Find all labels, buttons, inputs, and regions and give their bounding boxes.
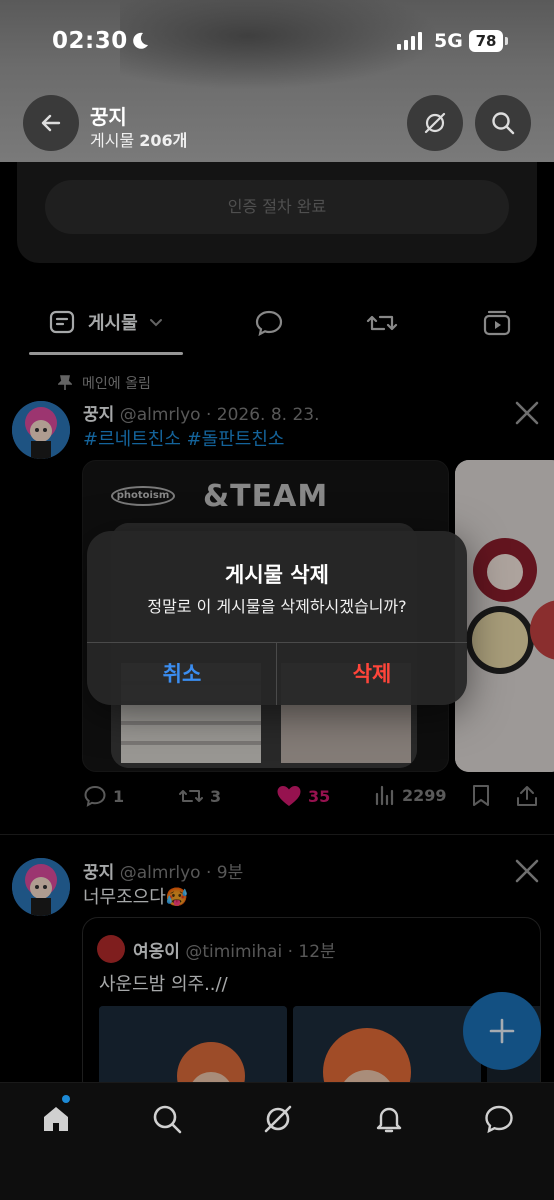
grok-button[interactable] [407, 95, 463, 151]
views-button[interactable]: 2299 [374, 784, 447, 806]
photoism-logo: photoism [111, 486, 175, 506]
verify-complete-button[interactable]: 인증 절차 완료 [45, 180, 509, 234]
delete-confirm-dialog: 게시물 삭제 정말로 이 게시물을 삭제하시겠습니까? 취소 삭제 [87, 531, 467, 705]
pin-icon [58, 375, 72, 390]
x-logo-icon [515, 859, 539, 883]
search-icon[interactable] [151, 1103, 183, 1135]
avatar-image [12, 401, 70, 459]
search-icon [492, 112, 515, 135]
post-media-image-2[interactable] [455, 460, 554, 772]
post-actions: 1 3 35 2299 [0, 784, 554, 808]
verification-card: 인증 절차 완료 [17, 162, 537, 263]
bookmark-button[interactable] [471, 784, 491, 808]
posts-icon [49, 310, 75, 334]
media-icon [483, 310, 511, 336]
search-button[interactable] [475, 95, 531, 151]
network-label: 5G [434, 30, 463, 52]
avatar[interactable] [12, 401, 70, 459]
post-header: 꿍지 @almrlyo · 9분 [83, 858, 243, 883]
back-arrow-icon [41, 114, 61, 132]
profile-tabs: 게시물 [0, 300, 554, 356]
tab-posts-label: 게시물 [88, 313, 138, 334]
tab-posts[interactable]: 게시물 [48, 308, 164, 336]
messages-icon[interactable] [483, 1103, 515, 1135]
views-icon [375, 785, 394, 806]
reply-count: 1 [113, 786, 125, 806]
chevron-down-icon [149, 319, 162, 327]
media-side-content [455, 460, 554, 772]
share-button[interactable] [516, 784, 538, 808]
battery-level: 78 [469, 30, 503, 52]
back-button[interactable] [23, 95, 79, 151]
post-divider [0, 834, 554, 835]
post-handle-date: @almrlyo · 2026. 8. 23. [119, 405, 320, 425]
tab-media[interactable] [482, 308, 512, 338]
post-count: 게시물 206개 [90, 127, 187, 151]
post-count-prefix: 게시물 [90, 131, 135, 150]
avatar[interactable] [12, 858, 70, 916]
moon-icon [133, 32, 148, 49]
pinned-indicator: 메인에 올림 [58, 373, 151, 393]
home-notification-dot [62, 1095, 70, 1103]
bookmark-icon [473, 785, 489, 806]
quote-author-name: 여옹이 [133, 942, 180, 962]
battery-icon: 78 [469, 30, 509, 52]
reply-button[interactable]: 1 [83, 784, 124, 808]
heart-icon [277, 786, 301, 806]
like-button[interactable]: 35 [276, 784, 330, 808]
plus-icon [489, 1018, 515, 1044]
like-count: 35 [308, 786, 331, 806]
tab-reposts[interactable] [366, 308, 398, 338]
post-count-value: 206개 [139, 131, 188, 150]
post-text: 너무조으다🥵 [83, 887, 189, 908]
dialog-title: 게시물 삭제 [225, 563, 329, 587]
quote-handle-time: @timimihai · 12분 [185, 942, 336, 962]
signal-icon [397, 32, 422, 50]
home-icon[interactable] [40, 1103, 72, 1135]
reply-icon [84, 785, 106, 807]
grok-icon [424, 112, 446, 134]
bottom-navigation [0, 1082, 554, 1200]
post-author-name[interactable]: 꿍지 [83, 405, 114, 425]
profile-name: 꿍지 [90, 105, 127, 129]
tab-replies[interactable] [254, 308, 284, 338]
quote-text: 사운드밤 의주..// [99, 974, 228, 995]
delete-button[interactable]: 삭제 [277, 643, 467, 705]
repost-button[interactable]: 3 [178, 784, 221, 808]
post-handle-time: @almrlyo · 9분 [119, 863, 244, 883]
share-icon [517, 786, 537, 806]
post-hashtags[interactable]: #르네트친소 #돌판트친소 [83, 425, 285, 451]
repost-icon [179, 790, 203, 802]
battery-nub [505, 37, 508, 45]
avatar-image [12, 858, 70, 916]
status-bar: 02:30 5G 78 [0, 0, 554, 84]
team-logo: &TEAM [203, 479, 329, 514]
views-count: 2299 [402, 785, 447, 805]
status-time: 02:30 [52, 28, 128, 54]
compose-button[interactable] [463, 992, 541, 1070]
dialog-message: 정말로 이 게시물을 삭제하시겠습니까? [147, 597, 407, 616]
cancel-button[interactable]: 취소 [87, 643, 277, 705]
pinned-label: 메인에 올림 [82, 376, 151, 392]
quote-avatar [97, 935, 125, 963]
replies-icon [255, 310, 283, 337]
x-logo-icon [515, 401, 539, 425]
notifications-icon[interactable] [373, 1103, 405, 1135]
grok-icon[interactable] [262, 1103, 294, 1135]
post-header: 꿍지 @almrlyo · 2026. 8. 23. [83, 400, 320, 425]
active-tab-indicator [29, 352, 183, 355]
post-author-name[interactable]: 꿍지 [83, 863, 114, 883]
quote-header: 여옹이 @timimihai · 12분 [133, 937, 336, 962]
repost-count: 3 [210, 786, 222, 806]
reposts-icon [366, 315, 398, 331]
